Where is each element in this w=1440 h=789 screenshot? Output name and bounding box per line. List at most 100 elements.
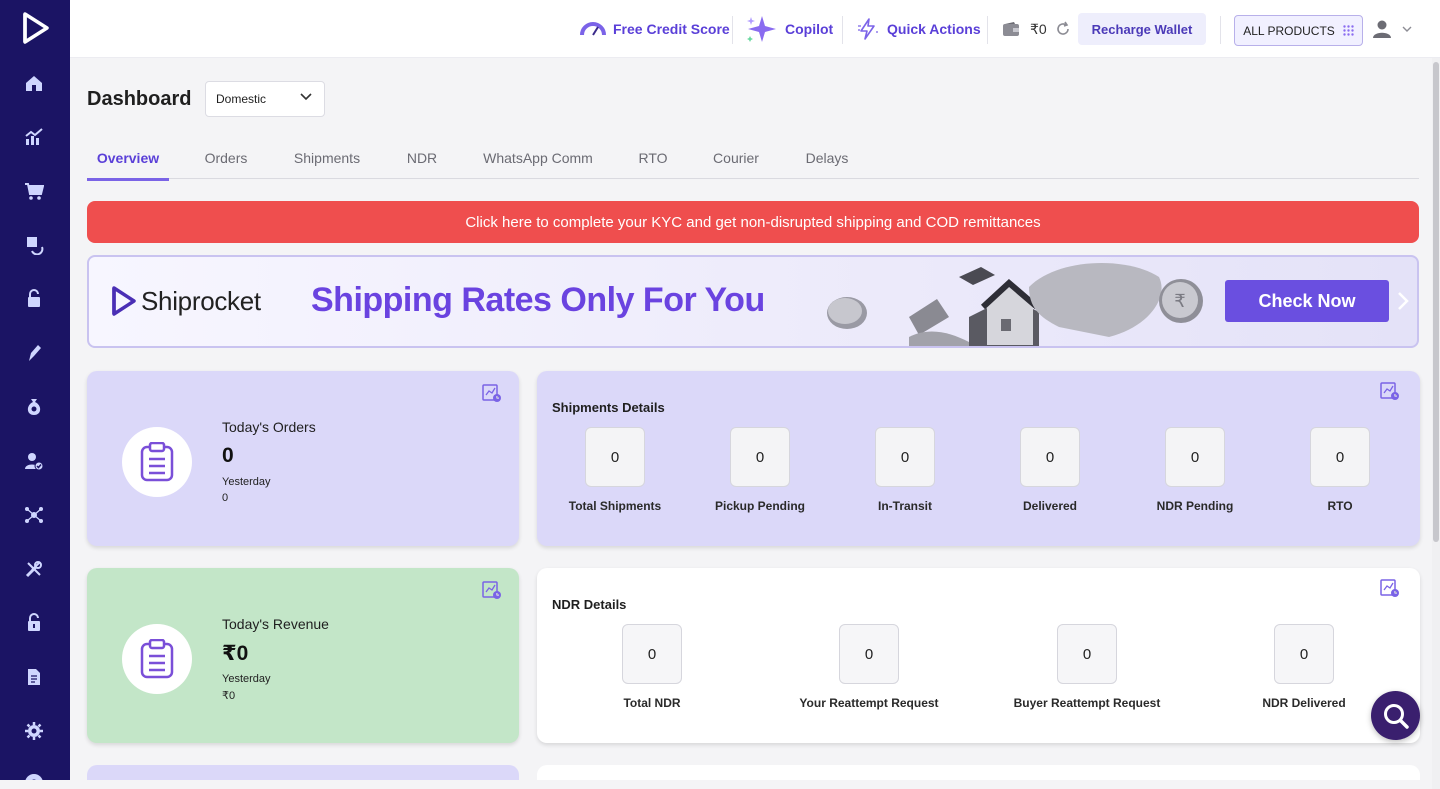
- search-fab-button[interactable]: [1371, 691, 1420, 740]
- tab-rto[interactable]: RTO: [633, 136, 673, 179]
- cart-icon[interactable]: [23, 180, 45, 202]
- report-icon[interactable]: [482, 580, 502, 600]
- clipboard-icon: [122, 624, 192, 694]
- chevron-down-icon: [300, 93, 312, 101]
- metric-value: 0: [622, 624, 682, 684]
- lightning-icon: [858, 18, 878, 40]
- divider: [1220, 16, 1221, 44]
- scrollbar-thumb[interactable]: [1433, 62, 1439, 542]
- metric-value: 0: [1165, 427, 1225, 487]
- all-products-label: ALL PRODUCTS: [1243, 23, 1335, 38]
- report-icon[interactable]: [1380, 381, 1400, 401]
- ndr-details-card[interactable]: NDR Details 0 Total NDR 0 Your Reattempt R…: [537, 568, 1420, 743]
- search-icon: [1383, 703, 1409, 729]
- tab-orders[interactable]: Orders: [195, 136, 257, 179]
- metric-label: Buyer Reattempt Request: [1013, 696, 1161, 710]
- page-title: Dashboard: [87, 88, 192, 110]
- tab-shipments[interactable]: Shipments: [287, 136, 367, 179]
- document-icon[interactable]: [23, 666, 45, 688]
- pen-icon[interactable]: [23, 342, 45, 364]
- lock-icon[interactable]: [23, 288, 45, 310]
- report-icon[interactable]: [1380, 578, 1400, 598]
- tools-icon[interactable]: [23, 558, 45, 580]
- profile-menu[interactable]: [1372, 0, 1412, 58]
- todays-revenue-card[interactable]: Today's Revenue ₹0 Yesterday ₹0: [87, 568, 519, 743]
- metric-ndr-pending[interactable]: 0 NDR Pending: [1135, 427, 1255, 513]
- sidebar: ?: [0, 0, 70, 789]
- copilot-button[interactable]: Copilot: [746, 0, 833, 58]
- check-now-button[interactable]: Check Now: [1225, 280, 1389, 322]
- unlock-icon[interactable]: [23, 612, 45, 634]
- metric-buyer-reattempt-request[interactable]: 0 Buyer Reattempt Request: [1007, 624, 1167, 710]
- metric-pickup-pending[interactable]: 0 Pickup Pending: [700, 427, 820, 513]
- gauge-icon: [580, 22, 606, 36]
- metric-label: Delivered: [1022, 499, 1078, 513]
- metric-total-shipments[interactable]: 0 Total Shipments: [555, 427, 675, 513]
- free-credit-score-link[interactable]: Free Credit Score: [580, 0, 730, 58]
- sparkle-icon: [747, 16, 776, 42]
- region-select[interactable]: Domestic: [205, 81, 325, 117]
- region-select-value: Domestic: [216, 92, 267, 106]
- shiprocket-logo-icon: [112, 286, 136, 316]
- divider: [987, 16, 988, 44]
- metric-label: Total Shipments: [568, 499, 662, 513]
- tab-courier[interactable]: Courier: [707, 136, 765, 179]
- page-scrollbar[interactable]: [1432, 58, 1440, 789]
- metric-delivered[interactable]: 0 Delivered: [990, 427, 1110, 513]
- tab-whatsapp-comm[interactable]: WhatsApp Comm: [479, 136, 597, 179]
- money-bag-icon[interactable]: [23, 396, 45, 418]
- revenue-yesterday-label: Yesterday: [222, 673, 271, 685]
- chevron-right-icon[interactable]: [1397, 291, 1409, 311]
- metric-ndr-delivered[interactable]: 0 NDR Delivered: [1244, 624, 1364, 710]
- shiprocket-brand: Shiprocket: [109, 285, 261, 317]
- returns-icon[interactable]: [23, 234, 45, 256]
- quick-actions-button[interactable]: Quick Actions: [857, 0, 981, 58]
- metric-label: Total NDR: [623, 696, 681, 710]
- todays-orders-card[interactable]: Today's Orders 0 Yesterday 0: [87, 371, 519, 546]
- promo-headline: Shipping Rates Only For You: [311, 281, 765, 319]
- next-card-partial: [537, 765, 1420, 780]
- wallet-icon: [1003, 22, 1019, 36]
- metric-total-ndr[interactable]: 0 Total NDR: [592, 624, 712, 710]
- shipments-details-title: Shipments Details: [552, 400, 665, 415]
- rupee-coin-illustration-icon: ₹: [1159, 279, 1203, 323]
- home-icon[interactable]: [23, 72, 45, 94]
- promo-banner[interactable]: Shiprocket Shipping Rates Only For You ₹…: [87, 255, 1419, 348]
- chevron-down-icon: [1402, 26, 1412, 32]
- tab-delays[interactable]: Delays: [799, 136, 855, 179]
- brand-name: Shiprocket: [141, 285, 261, 316]
- shipments-details-card[interactable]: Shipments Details 0 Total Shipments 0 Pick…: [537, 371, 1420, 546]
- metric-your-reattempt-request[interactable]: 0 Your Reattempt Request: [789, 624, 949, 710]
- tab-ndr[interactable]: NDR: [399, 136, 445, 179]
- metric-value: 0: [1057, 624, 1117, 684]
- metric-rto[interactable]: 0 RTO: [1280, 427, 1400, 513]
- metric-value: 0: [1274, 624, 1334, 684]
- page-bottom: [70, 780, 1432, 789]
- analytics-icon[interactable]: [23, 126, 45, 148]
- metric-label: Your Reattempt Request: [799, 696, 939, 710]
- wallet-balance-value: ₹0: [1030, 20, 1047, 37]
- user-check-icon[interactable]: [23, 450, 45, 472]
- metric-value: 0: [1020, 427, 1080, 487]
- divider: [842, 16, 843, 44]
- metric-label: In-Transit: [877, 499, 932, 513]
- recharge-wallet-button[interactable]: Recharge Wallet: [1078, 13, 1206, 45]
- network-icon[interactable]: [23, 504, 45, 526]
- dashboard-tabs: Overview Orders Shipments NDR WhatsApp C…: [87, 136, 1419, 181]
- refresh-icon[interactable]: [1055, 21, 1071, 37]
- gear-icon[interactable]: [23, 720, 45, 742]
- all-products-button[interactable]: ALL PRODUCTS: [1234, 15, 1363, 46]
- shiprocket-logo-icon[interactable]: [17, 10, 53, 46]
- report-icon[interactable]: [482, 383, 502, 403]
- tab-overview[interactable]: Overview: [87, 136, 169, 181]
- orders-value: 0: [222, 444, 234, 467]
- revenue-value: ₹0: [222, 642, 249, 665]
- metric-in-transit[interactable]: 0 In-Transit: [845, 427, 965, 513]
- svg-text:₹: ₹: [1174, 291, 1185, 312]
- free-credit-score-label: Free Credit Score: [613, 21, 730, 37]
- orders-yesterday-label: Yesterday: [222, 476, 271, 488]
- top-bar: Free Credit Score Copilot Quick Actions …: [70, 0, 1440, 58]
- wallet-balance[interactable]: ₹0: [1002, 0, 1071, 58]
- metric-label: RTO: [1327, 499, 1353, 513]
- kyc-alert-banner[interactable]: Click here to complete your KYC and get …: [87, 201, 1419, 243]
